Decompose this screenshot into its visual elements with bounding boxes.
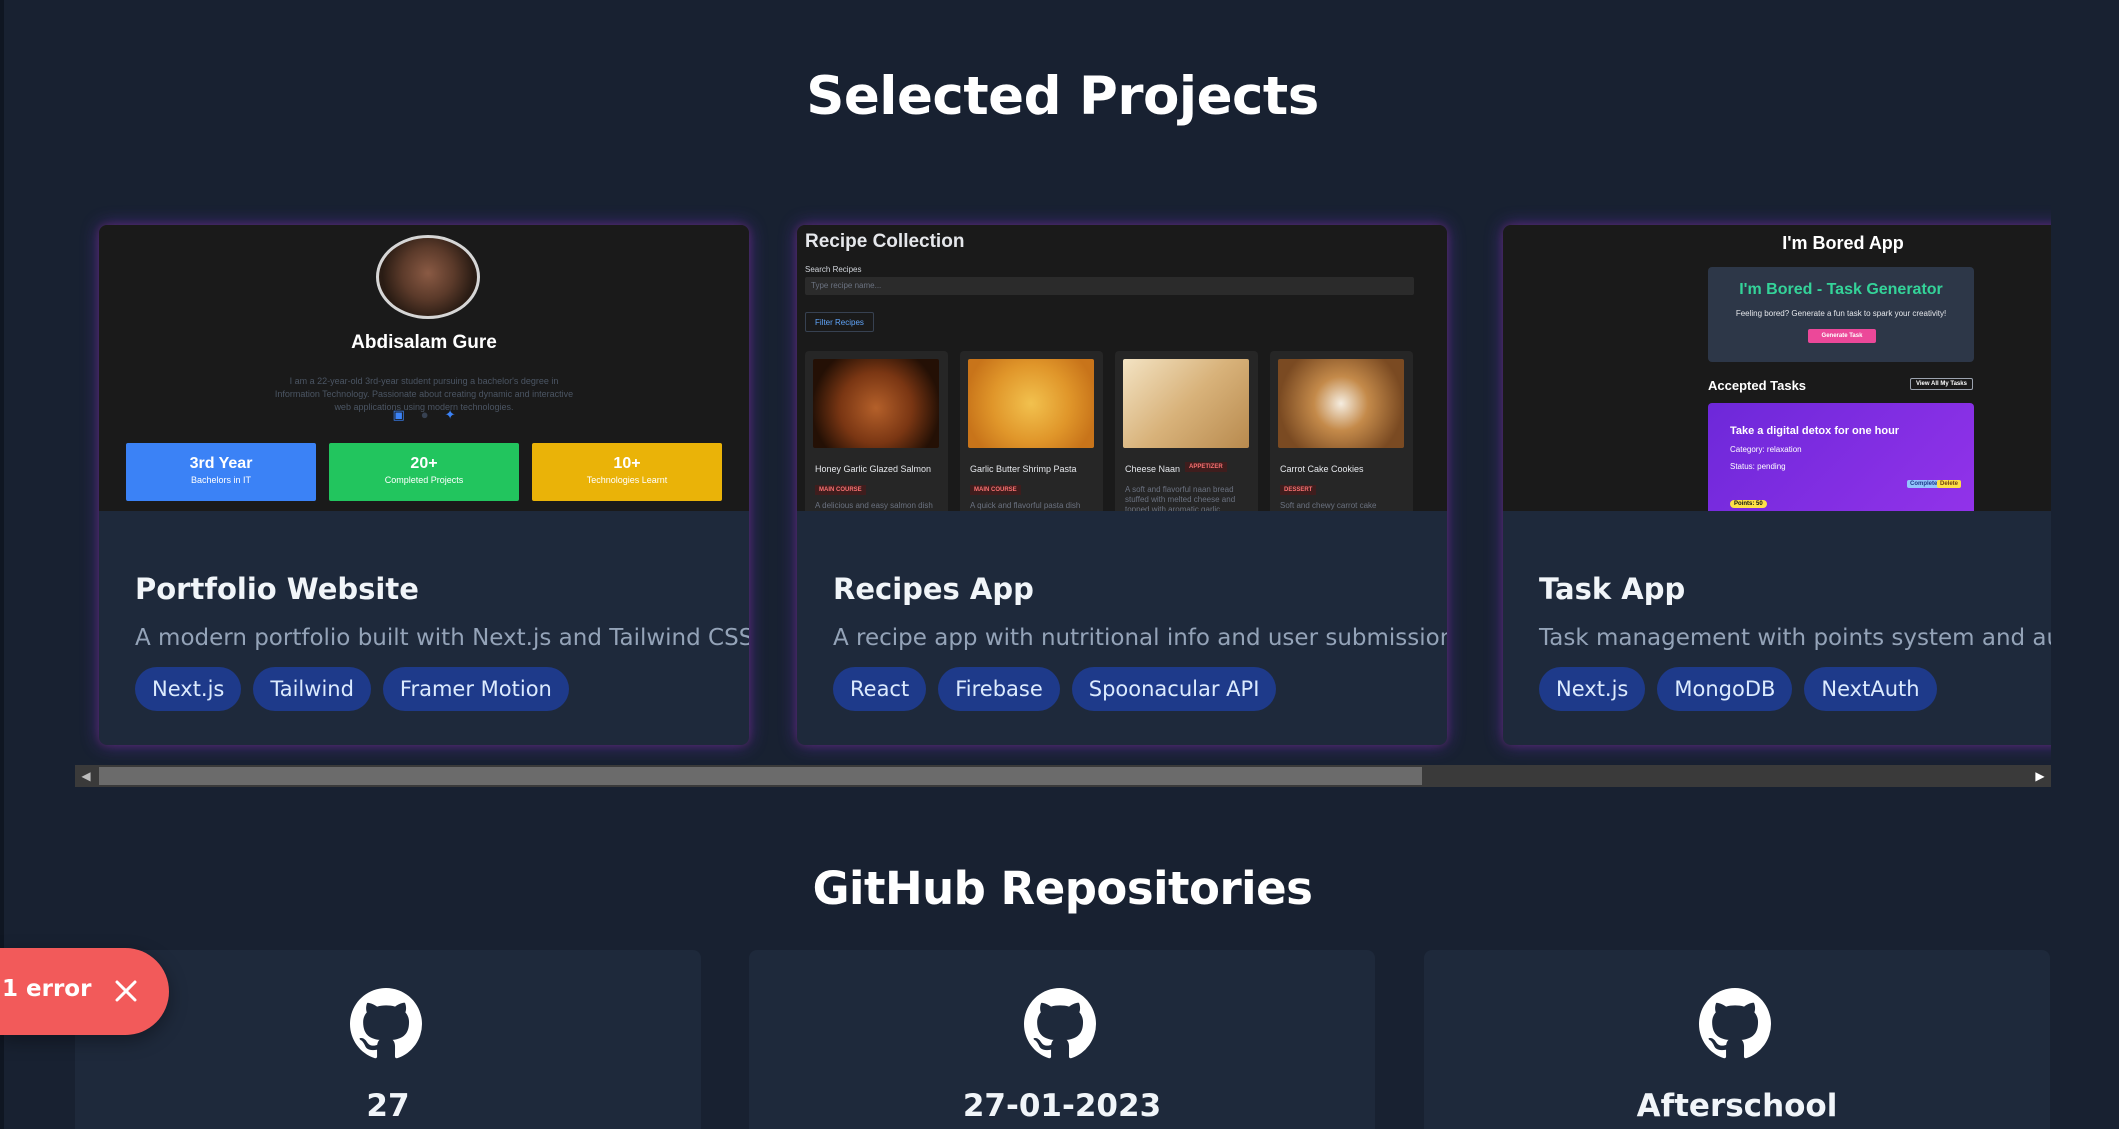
scroll-left-arrow-icon[interactable]: ◀ [75,765,97,787]
error-count-label[interactable]: 1 error [2,976,91,1002]
close-icon[interactable] [113,978,139,1004]
repo-name: Afterschool [1636,1088,1838,1124]
error-toast[interactable]: 1 error [0,948,169,1035]
repos-section-title: GitHub Repositories [812,862,1313,915]
recipe-badge: APPETIZER [1185,462,1227,472]
repo-card[interactable]: 27 [75,950,701,1129]
preview-recipe-item: Carrot Cake Cookies DESSERT Soft and che… [1270,351,1413,511]
task-complete-button: Complete [1907,480,1941,488]
recipe-image [1278,359,1404,448]
project-card-task-app[interactable]: I'm Bored App I'm Bored - Task Generator… [1503,225,2051,745]
task-category: Category: relaxation [1730,445,1802,454]
project-preview-task-app: I'm Bored App I'm Bored - Task Generator… [1503,225,2051,511]
recipe-image [1123,359,1249,448]
recipe-badge: MAIN COURSE [815,485,866,495]
github-icon [350,988,422,1059]
preview-search-input: Type recipe name... [805,277,1414,295]
preview-filter-button: Filter Recipes [805,312,874,332]
repo-name: 27-01-2023 [962,1088,1162,1124]
task-delete-button: Delete [1937,480,1962,488]
preview-profile-name: Abdisalam Gure [351,332,497,353]
task-points: Points: 50 [1730,500,1767,508]
recipe-image [813,359,939,448]
recipe-desc: A quick and flavorful pasta dish [970,501,1081,510]
projects-carousel[interactable]: Abdisalam Gure I am a 22-year-old 3rd-ye… [75,205,2051,765]
project-title: Portfolio Website [135,572,419,606]
scroll-right-arrow-icon[interactable]: ▶ [2029,765,2051,787]
view-all-tasks-button: View All My Tasks [1910,378,1973,390]
project-preview-recipes: Recipe Collection Search Recipes Type re… [797,225,1447,511]
recipe-badge: DESSERT [1280,485,1317,495]
project-tags: React Firebase Spoonacular API [833,667,1277,711]
preview-recipes-title: Recipe Collection [805,231,965,252]
preview-recipe-item: Cheese Naan APPETIZER A soft and flavorf… [1115,351,1258,511]
accepted-tasks-label: Accepted Tasks [1708,378,1807,393]
tech-tag: Firebase [938,667,1060,711]
linkedin-icon: ▣ [392,407,405,422]
task-title: Take a digital detox for one hour [1730,425,1900,437]
preview-stat-year: 3rd Year Bachelors in IT [126,443,316,501]
tech-tag: React [833,667,927,711]
recipe-image [968,359,1094,448]
project-tags: Next.js MongoDB NextAuth [1539,667,1937,711]
recipe-name: Carrot Cake Cookies [1280,464,1364,474]
project-card-recipes[interactable]: Recipe Collection Search Recipes Type re… [797,225,1447,745]
tech-tag: MongoDB [1657,667,1793,711]
generator-title: I'm Bored - Task Generator [1739,281,1943,298]
projects-section-title: Selected Projects [806,66,1319,127]
recipe-desc: Soft and chewy carrot cake [1280,501,1377,510]
recipe-badge: MAIN COURSE [970,485,1021,495]
carousel-horizontal-scrollbar[interactable]: ◀ ▶ [75,765,2051,787]
preview-stat-projects: 20+ Completed Projects [329,443,519,501]
preview-recipe-item: Garlic Butter Shrimp Pasta MAIN COURSE A… [960,351,1103,511]
preview-task-card: Take a digital detox for one hour Catego… [1708,403,1974,511]
scrollbar-thumb[interactable] [99,767,1422,785]
preview-search-label: Search Recipes [805,265,862,274]
twitter-icon: ✦ [444,407,456,422]
avatar [376,235,480,319]
recipe-name: Cheese Naan [1125,464,1181,474]
preview-social-links: ▣ ● ✦ [99,407,749,423]
generator-text: Feeling bored? Generate a fun task to sp… [1735,309,1947,318]
project-title: Recipes App [833,572,1034,606]
project-title: Task App [1539,572,1686,606]
github-icon: ● [420,407,429,422]
preview-stat-technologies: 10+ Technologies Learnt [532,443,722,501]
recipe-name: Honey Garlic Glazed Salmon [815,464,932,474]
preview-bored-title: I'm Bored App [1782,233,1904,253]
repo-card[interactable]: Afterschool [1424,950,2050,1129]
tech-tag: Framer Motion [382,667,569,711]
tech-tag: Next.js [1539,667,1646,711]
tech-tag: Tailwind [253,667,371,711]
github-icon [1699,988,1771,1059]
repo-name: 27 [366,1088,410,1124]
tech-tag: Spoonacular API [1071,667,1277,711]
recipe-desc: A delicious and easy salmon dish [815,501,933,510]
project-description: Task management with points system and a… [1539,625,2051,651]
recipe-desc: A soft and flavorful naan bread stuffed … [1125,485,1236,511]
tech-tag: Next.js [135,667,242,711]
preview-recipe-item: Honey Garlic Glazed Salmon MAIN COURSE A… [805,351,948,511]
project-tags: Next.js Tailwind Framer Motion [135,667,569,711]
generate-task-button: Generate Task [1808,329,1876,343]
task-status: Status: pending [1730,462,1786,471]
preview-generator-box: I'm Bored - Task Generator Feeling bored… [1708,267,1974,362]
tech-tag: NextAuth [1804,667,1937,711]
recipe-name: Garlic Butter Shrimp Pasta [970,464,1077,474]
project-description: A modern portfolio built with Next.js an… [135,625,749,651]
project-description: A recipe app with nutritional info and u… [833,625,1447,651]
project-preview-portfolio: Abdisalam Gure I am a 22-year-old 3rd-ye… [99,225,749,511]
github-icon [1024,988,1096,1059]
repo-card[interactable]: 27-01-2023 [749,950,1375,1129]
project-card-portfolio[interactable]: Abdisalam Gure I am a 22-year-old 3rd-ye… [99,225,749,745]
